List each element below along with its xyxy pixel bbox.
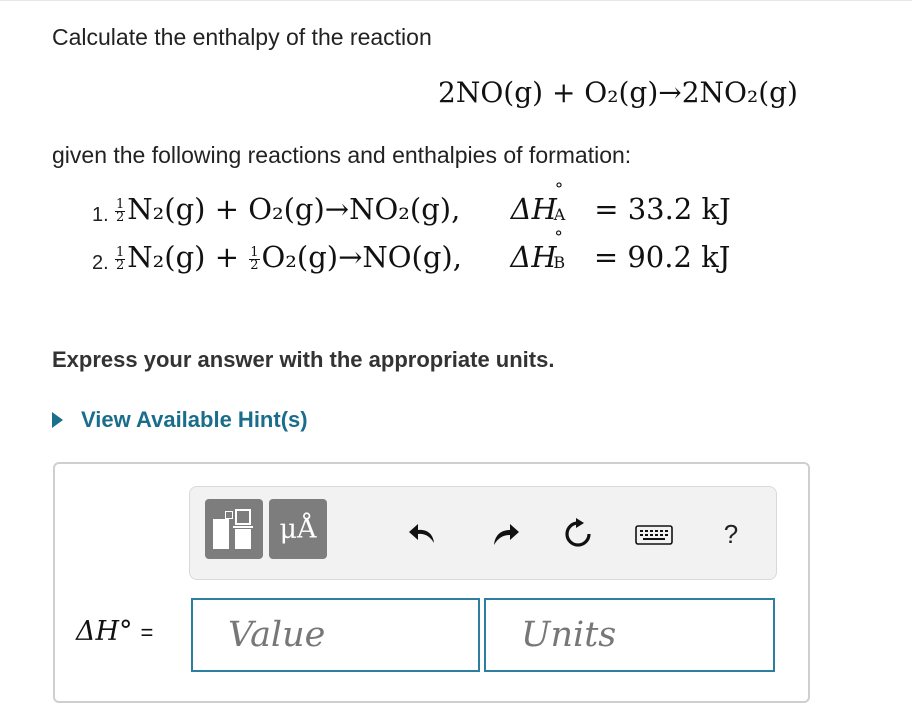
- fraction: 1 2: [249, 244, 260, 273]
- units-input[interactable]: Units: [484, 598, 775, 672]
- reaction-equation: 1 2 N₂(g) + 1 2 O₂(g)→NO(g), ΔH ° B = 90.2…: [115, 228, 731, 274]
- expand-triangle-icon: [52, 412, 63, 428]
- redo-icon[interactable]: [488, 517, 522, 551]
- enthalpy-answer-label: ΔH° =: [76, 616, 154, 647]
- answer-instruction: Express your answer with the appropriate…: [52, 347, 555, 372]
- fraction: 1 2: [115, 196, 126, 225]
- math-toolbar: μÅ ?: [189, 486, 777, 580]
- enthalpy-symbol: ΔH ° B: [510, 228, 566, 274]
- reaction-number: 2.: [92, 252, 109, 274]
- enthalpy-value: = 90.2 kJ: [593, 240, 731, 274]
- target-reaction: 2NO(g) + O₂(g)→2NO₂(g): [438, 76, 798, 109]
- hint-link-label: View Available Hint(s): [81, 407, 308, 432]
- units-button[interactable]: μÅ: [269, 499, 327, 559]
- keyboard-icon[interactable]: [634, 517, 674, 551]
- top-divider: [0, 0, 912, 1]
- undo-icon[interactable]: [406, 517, 440, 551]
- reset-icon[interactable]: [561, 517, 595, 551]
- enthalpy-symbol: ΔH ° A: [510, 180, 566, 226]
- fraction: 1 2: [115, 244, 126, 273]
- given-label: given the following reactions and enthal…: [52, 142, 632, 168]
- answer-panel: μÅ ? ΔH° = Value Units: [53, 462, 810, 703]
- question-intro: Calculate the enthalpy of the reaction: [52, 24, 432, 50]
- view-hints-link[interactable]: View Available Hint(s): [52, 407, 308, 433]
- enthalpy-value: = 33.2 kJ: [594, 192, 731, 226]
- templates-button[interactable]: [205, 499, 263, 559]
- reaction-equation: 1 2 N₂(g) + O₂(g)→NO₂(g), ΔH ° A = 33.2 kJ: [115, 180, 731, 226]
- help-icon[interactable]: ?: [714, 517, 748, 551]
- reaction-number: 1.: [92, 204, 109, 226]
- value-input[interactable]: Value: [191, 598, 480, 672]
